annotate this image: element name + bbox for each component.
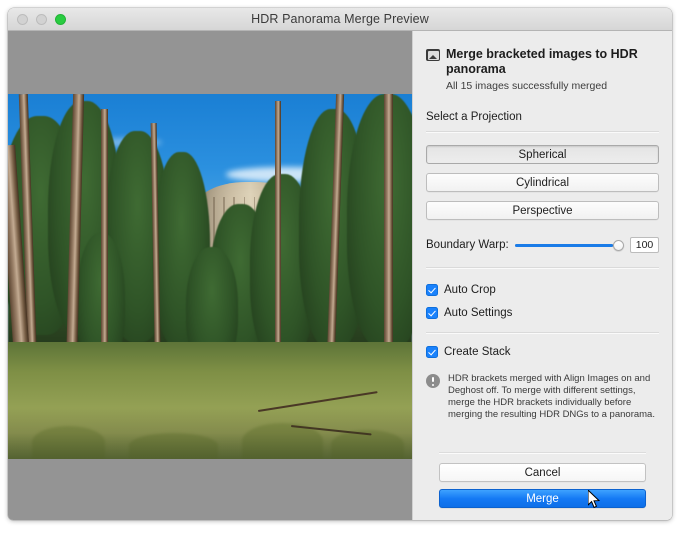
auto-crop-checkbox[interactable] <box>426 284 438 296</box>
minimize-button[interactable] <box>36 14 47 25</box>
divider <box>426 267 659 269</box>
projection-option-label: Cylindrical <box>515 176 570 189</box>
checkbox-row-create-stack[interactable]: Create Stack <box>426 346 659 358</box>
auto-settings-checkbox[interactable] <box>426 307 438 319</box>
projection-section-label: Select a Projection <box>426 111 522 123</box>
projection-option-label: Spherical <box>518 148 567 161</box>
projection-option-cylindrical[interactable]: Cylindrical <box>426 173 659 192</box>
projection-option-label: Perspective <box>512 204 573 217</box>
panorama-preview[interactable] <box>8 31 412 520</box>
window-title: HDR Panorama Merge Preview <box>251 12 429 26</box>
ground-shadow <box>8 407 412 459</box>
divider <box>426 332 659 334</box>
checkbox-row-auto-crop[interactable]: Auto Crop <box>426 284 659 296</box>
window-titlebar[interactable]: HDR Panorama Merge Preview <box>8 8 672 31</box>
cancel-button-label: Cancel <box>524 466 561 479</box>
traffic-light-group <box>17 14 66 25</box>
merge-button-label: Merge <box>526 492 559 505</box>
devils-tower-photo <box>8 94 412 459</box>
hdr-panorama-merge-window: HDR Panorama Merge Preview Merge bracket… <box>8 8 672 520</box>
merge-options-panel: Merge bracketed images to HDR panorama A… <box>412 31 672 520</box>
slider-knob[interactable] <box>613 239 624 251</box>
conifer <box>347 94 412 350</box>
panel-subtitle: All 15 images successfully merged <box>446 80 608 92</box>
preview-image <box>8 94 412 459</box>
image-icon <box>426 49 440 61</box>
create-stack-label: Create Stack <box>444 346 511 358</box>
info-note: HDR brackets merged with Align Images on… <box>426 373 659 421</box>
boundary-warp-value[interactable]: 100 <box>630 237 659 253</box>
boundary-warp-label: Boundary Warp: <box>426 239 509 251</box>
panel-title: Merge bracketed images to HDR panorama <box>446 47 638 76</box>
tree-trunk <box>274 101 281 379</box>
auto-settings-label: Auto Settings <box>444 307 513 319</box>
close-button[interactable] <box>17 14 28 25</box>
boundary-warp-slider[interactable] <box>514 238 624 252</box>
zoom-button[interactable] <box>55 14 66 25</box>
projection-option-perspective[interactable]: Perspective <box>426 201 659 220</box>
slider-fill <box>514 243 613 247</box>
checkbox-row-auto-settings[interactable]: Auto Settings <box>426 307 659 319</box>
panel-footer: Cancel Merge <box>439 452 646 508</box>
divider <box>426 131 659 133</box>
divider <box>439 452 646 454</box>
auto-crop-label: Auto Crop <box>444 284 496 296</box>
boundary-warp-row: Boundary Warp: 100 <box>426 237 659 253</box>
info-note-text: HDR brackets merged with Align Images on… <box>448 373 655 420</box>
panel-header: Merge bracketed images to HDR panorama <box>426 47 659 77</box>
window-body: Merge bracketed images to HDR panorama A… <box>8 31 672 520</box>
screen: HDR Panorama Merge Preview Merge bracket… <box>0 0 680 534</box>
cancel-button[interactable]: Cancel <box>439 463 646 482</box>
merge-button[interactable]: Merge <box>439 489 646 508</box>
exclamation-circle-icon <box>426 374 440 388</box>
projection-option-spherical[interactable]: Spherical <box>426 145 659 164</box>
create-stack-checkbox[interactable] <box>426 346 438 358</box>
